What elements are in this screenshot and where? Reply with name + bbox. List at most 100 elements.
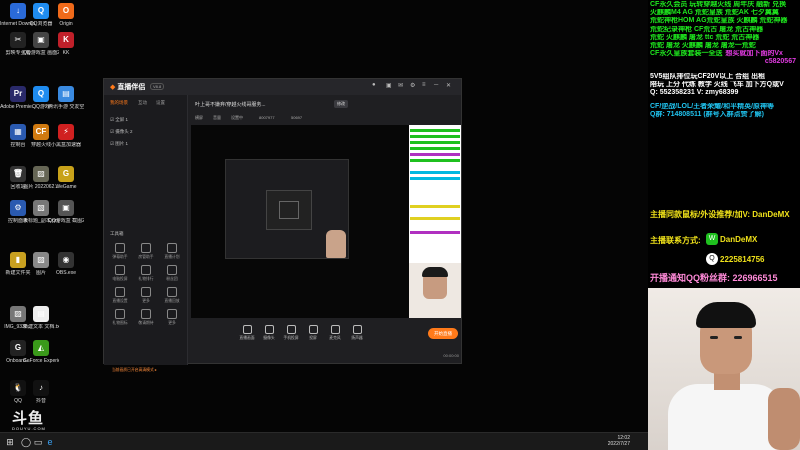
gift-icon[interactable]: ▣ bbox=[386, 82, 392, 89]
cam-eye bbox=[734, 336, 742, 339]
desktop-icon[interactable]: ◭ GeForce Experience bbox=[23, 340, 59, 364]
tool-item[interactable]: 礼物图标 bbox=[110, 309, 130, 326]
tool-item[interactable]: 电脑投屏 bbox=[110, 265, 130, 282]
promo-text: Q: 552358231 V: zmy68399 bbox=[650, 89, 739, 97]
preview-line bbox=[410, 171, 460, 174]
control-button[interactable]: 投屏 bbox=[303, 325, 323, 341]
desktop-icon[interactable]: O Origin bbox=[48, 3, 84, 27]
promo-text: CF永久会员 玩转穿越火线 周年庆 融新 兑换 bbox=[650, 1, 787, 8]
scene-item-fullscreen[interactable]: ☑ 全屏 1 bbox=[110, 117, 128, 123]
tool-label: 房管助手 bbox=[138, 255, 154, 259]
cam-eye bbox=[710, 336, 718, 339]
tool-item[interactable]: 房管助手 bbox=[136, 243, 156, 260]
stream-title[interactable]: 叶上哥不嫌弃/穿越火线哥服务... bbox=[195, 101, 266, 108]
app-icon: ◉ bbox=[58, 252, 74, 268]
tool-item[interactable]: 直播计划 bbox=[162, 243, 182, 260]
desktop-icon[interactable]: ◉ OBS.exe bbox=[48, 252, 84, 276]
close-icon[interactable]: ✕ bbox=[446, 82, 451, 89]
tool-item[interactable]: 礼物排行 bbox=[136, 265, 156, 282]
go-live-button[interactable]: 开始直播 bbox=[428, 328, 458, 339]
tool-item[interactable]: 直播设置 bbox=[110, 287, 130, 304]
desktop-icon[interactable]: G WeGame bbox=[48, 166, 84, 190]
tool-icon bbox=[167, 309, 177, 319]
preview-line bbox=[410, 135, 460, 138]
app-sidebar: 我的场景 互动 设置 ☑ 全屏 1 ☑ 摄像头 2 ☑ 图片 1 工具箱 弹幕助… bbox=[104, 95, 188, 372]
chip-orientation[interactable]: 横屏 bbox=[195, 115, 203, 121]
cam-arm bbox=[768, 388, 800, 450]
promo-line: Q: 552358231 V: zmy68399 bbox=[650, 89, 800, 97]
tool-icon bbox=[141, 309, 151, 319]
chip-volume[interactable]: 音量 bbox=[213, 115, 221, 121]
promo-line: Q群: 714808511 (群号入群点赞了解) bbox=[650, 111, 800, 119]
tool-item[interactable]: 更多 bbox=[136, 287, 156, 304]
preview-line bbox=[410, 159, 460, 162]
task-view-icon[interactable]: ▭ bbox=[32, 436, 44, 448]
control-button[interactable]: 扬声器 bbox=[347, 325, 367, 341]
tool-item[interactable]: 粉丝团 bbox=[162, 265, 182, 282]
app-icon: ▨ bbox=[33, 252, 49, 268]
menu-icon[interactable]: ≡ bbox=[422, 82, 426, 88]
quality-warning[interactable]: 当前画质已开启高清模式 ▸ bbox=[112, 367, 157, 373]
desktop-icon[interactable]: ▤ 腾讯手游 交友空间 bbox=[48, 86, 84, 110]
tab-scenes[interactable]: 我的场景 bbox=[110, 100, 128, 106]
desktop-icon[interactable]: ▣ QQ游戏盒 截图2022... bbox=[48, 200, 84, 224]
tool-item[interactable]: 直播回放 bbox=[162, 287, 182, 304]
tab-interact[interactable]: 互动 bbox=[138, 100, 147, 106]
scene-item-camera[interactable]: ☑ 摄像头 2 bbox=[110, 129, 133, 135]
app-logo-icon: ◆ bbox=[110, 84, 116, 91]
tool-icon bbox=[115, 243, 125, 253]
promo-text: c5820567 bbox=[764, 58, 796, 66]
user-avatar-icon[interactable]: ● bbox=[372, 82, 376, 88]
douyu-watermark: 斗鱼 DOUYU.COM bbox=[12, 410, 46, 431]
tool-label: 礼物图标 bbox=[112, 321, 128, 325]
version-badge: V8.8 bbox=[150, 83, 165, 90]
control-label: 手机投屏 bbox=[283, 336, 299, 340]
wechat-id: DanDeMX bbox=[720, 235, 758, 244]
app-icon: ▨ bbox=[33, 166, 49, 182]
stream-preview bbox=[191, 125, 461, 318]
start-icon[interactable]: ⊞ bbox=[4, 436, 16, 448]
browser-icon[interactable]: e bbox=[44, 436, 56, 448]
promo-text: CF永久皇族套装一全送 bbox=[650, 50, 723, 58]
app-icon: ♪ bbox=[33, 380, 49, 396]
desktop-icon[interactable]: ▤ 新建文本 文档.txt bbox=[23, 306, 59, 330]
promo-line: 荒蛇 火麒麟 屠龙 ttc 荒蛇 荒古神器 bbox=[650, 34, 800, 42]
contact-line-1: 主播同款鼠标/外设推荐/加V: DanDeMX bbox=[650, 210, 790, 219]
desktop-icon[interactable]: ⚡ 小黑盒加速器 bbox=[48, 124, 84, 148]
desktop-icon-label: GeForce Experience bbox=[23, 358, 59, 364]
control-icon bbox=[242, 325, 252, 334]
control-label: 扬声器 bbox=[351, 336, 363, 340]
tool-icon bbox=[141, 265, 151, 275]
minimize-icon[interactable]: ─ bbox=[434, 82, 438, 88]
app-icon: O bbox=[58, 3, 74, 19]
tool-item[interactable]: 敬请期待 bbox=[136, 309, 156, 326]
scene-item-image[interactable]: ☑ 图片 1 bbox=[110, 141, 128, 147]
control-label: 直播画面 bbox=[239, 336, 255, 340]
tool-item[interactable]: 更多 bbox=[162, 309, 182, 326]
cam-hair bbox=[696, 302, 756, 328]
contact-panel: 主播同款鼠标/外设推荐/加V: DanDeMX 主播联系方式: W DanDeM… bbox=[648, 205, 800, 289]
control-button[interactable]: 直播画面 bbox=[237, 325, 257, 341]
settings-icon[interactable]: ⚙ bbox=[410, 82, 415, 89]
qq-id: 2225814756 bbox=[720, 255, 765, 264]
edit-title-button[interactable]: 修改 bbox=[334, 100, 348, 108]
clock-date: 2022/7/27 bbox=[607, 441, 630, 447]
desktop-icon[interactable]: ♪ 抖音 bbox=[23, 380, 59, 404]
message-icon[interactable]: ✉ bbox=[398, 82, 403, 89]
desktop-icon[interactable]: K KK bbox=[48, 32, 84, 56]
control-button[interactable]: 麦克风 bbox=[325, 325, 345, 341]
preview-line bbox=[410, 205, 460, 208]
chip-setting[interactable]: 设置中 bbox=[231, 115, 243, 121]
search-icon[interactable]: ◯ bbox=[20, 436, 32, 448]
taskbar-clock[interactable]: 12:02 2022/7/27 bbox=[608, 435, 630, 447]
tab-settings[interactable]: 设置 bbox=[156, 100, 165, 106]
watermark-main: 斗鱼 bbox=[12, 410, 45, 427]
control-button[interactable]: 摄像头 bbox=[259, 325, 279, 341]
control-button[interactable]: 手机投屏 bbox=[281, 325, 301, 341]
tool-icon bbox=[167, 243, 177, 253]
desktop-icon-label: 腾讯手游 交友空间 bbox=[48, 104, 84, 110]
tool-label: 电脑投屏 bbox=[112, 277, 128, 281]
preview-inner-window bbox=[266, 190, 312, 230]
watermark-sub: DOUYU.COM bbox=[12, 426, 46, 431]
tool-item[interactable]: 弹幕助手 bbox=[110, 243, 130, 260]
